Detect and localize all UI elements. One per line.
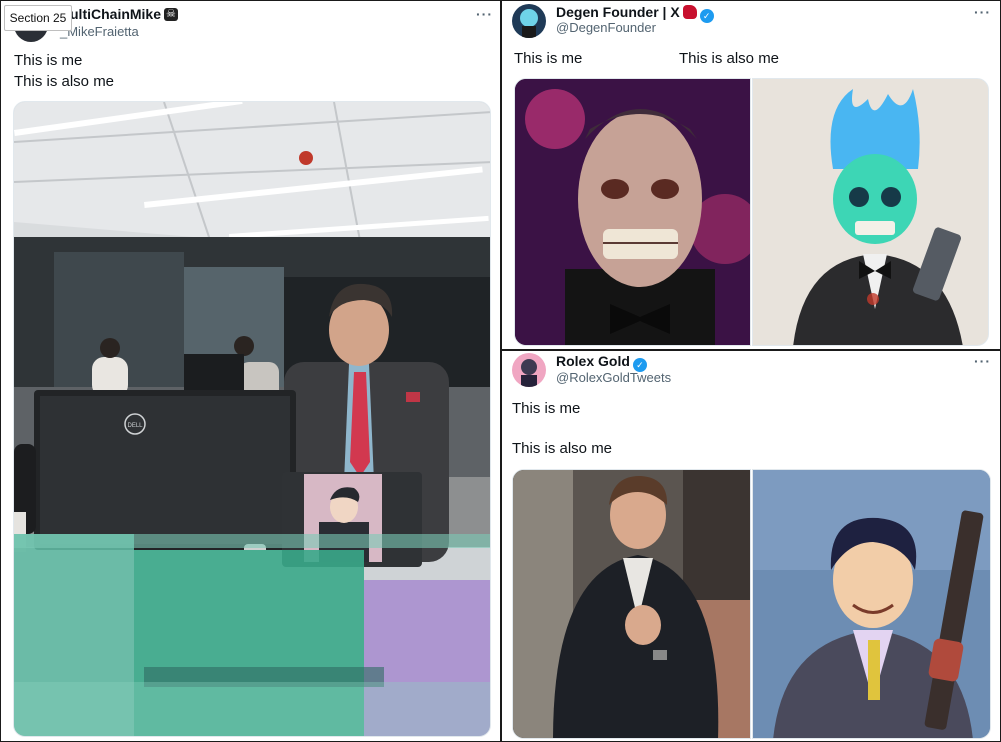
office-photo-illustration: DELL	[14, 102, 490, 736]
more-options-icon[interactable]: ···	[476, 6, 493, 22]
more-options-icon[interactable]: ···	[974, 4, 991, 20]
skull-avatar-icon	[520, 9, 538, 38]
tweet-text-line-2: This is also me	[679, 50, 780, 67]
tweet-media-right[interactable]	[752, 469, 991, 739]
tweet-author-handle[interactable]: @DegenFounder	[556, 20, 656, 35]
tweet-media-left[interactable]	[512, 469, 751, 739]
tweet-text-line-2: This is also me	[14, 73, 115, 90]
tweet-text-line-2: This is also me	[512, 440, 613, 457]
zombie-portrait-illustration	[515, 79, 750, 345]
tweet-text-line-1: This is me	[14, 52, 83, 69]
avatar[interactable]	[512, 353, 546, 387]
avatar[interactable]	[512, 4, 546, 38]
tweet-text-line-1: This is me	[512, 400, 581, 417]
tweet-degen-founder: Degen Founder | X ✓ @DegenFounder ··· Thi…	[502, 0, 1001, 349]
more-options-icon[interactable]: ···	[974, 353, 991, 369]
section-label: Section 25	[4, 5, 72, 31]
pirate-flag-icon	[164, 7, 179, 21]
tweet-media-right[interactable]	[752, 78, 989, 346]
boxing-glove-icon	[682, 5, 697, 19]
panel-divider-horizontal	[502, 349, 1001, 351]
verified-badge-icon: ✓	[699, 9, 714, 23]
tweet-author-name[interactable]: ultiChainMike	[70, 6, 179, 22]
tweet-media-photo[interactable]: DELL	[13, 101, 491, 737]
character-avatar-icon	[521, 359, 537, 387]
tweet-media-left[interactable]	[514, 78, 751, 346]
svg-text:DELL: DELL	[127, 423, 143, 429]
businessman-photo-illustration	[513, 470, 750, 738]
tweet-text-line-1: This is me	[514, 50, 583, 67]
tweet-author-handle[interactable]: @RolexGoldTweets	[556, 370, 671, 385]
tweet-rolex-gold: Rolex Gold ✓ @RolexGoldTweets ··· This is…	[502, 351, 1001, 742]
comic-gangster-illustration	[753, 470, 990, 738]
blue-flame-skull-illustration	[753, 79, 988, 345]
panel-divider-vertical	[500, 0, 502, 742]
tweet-mike: ultiChainMike _MikeFraietta ··· This is …	[0, 0, 500, 742]
